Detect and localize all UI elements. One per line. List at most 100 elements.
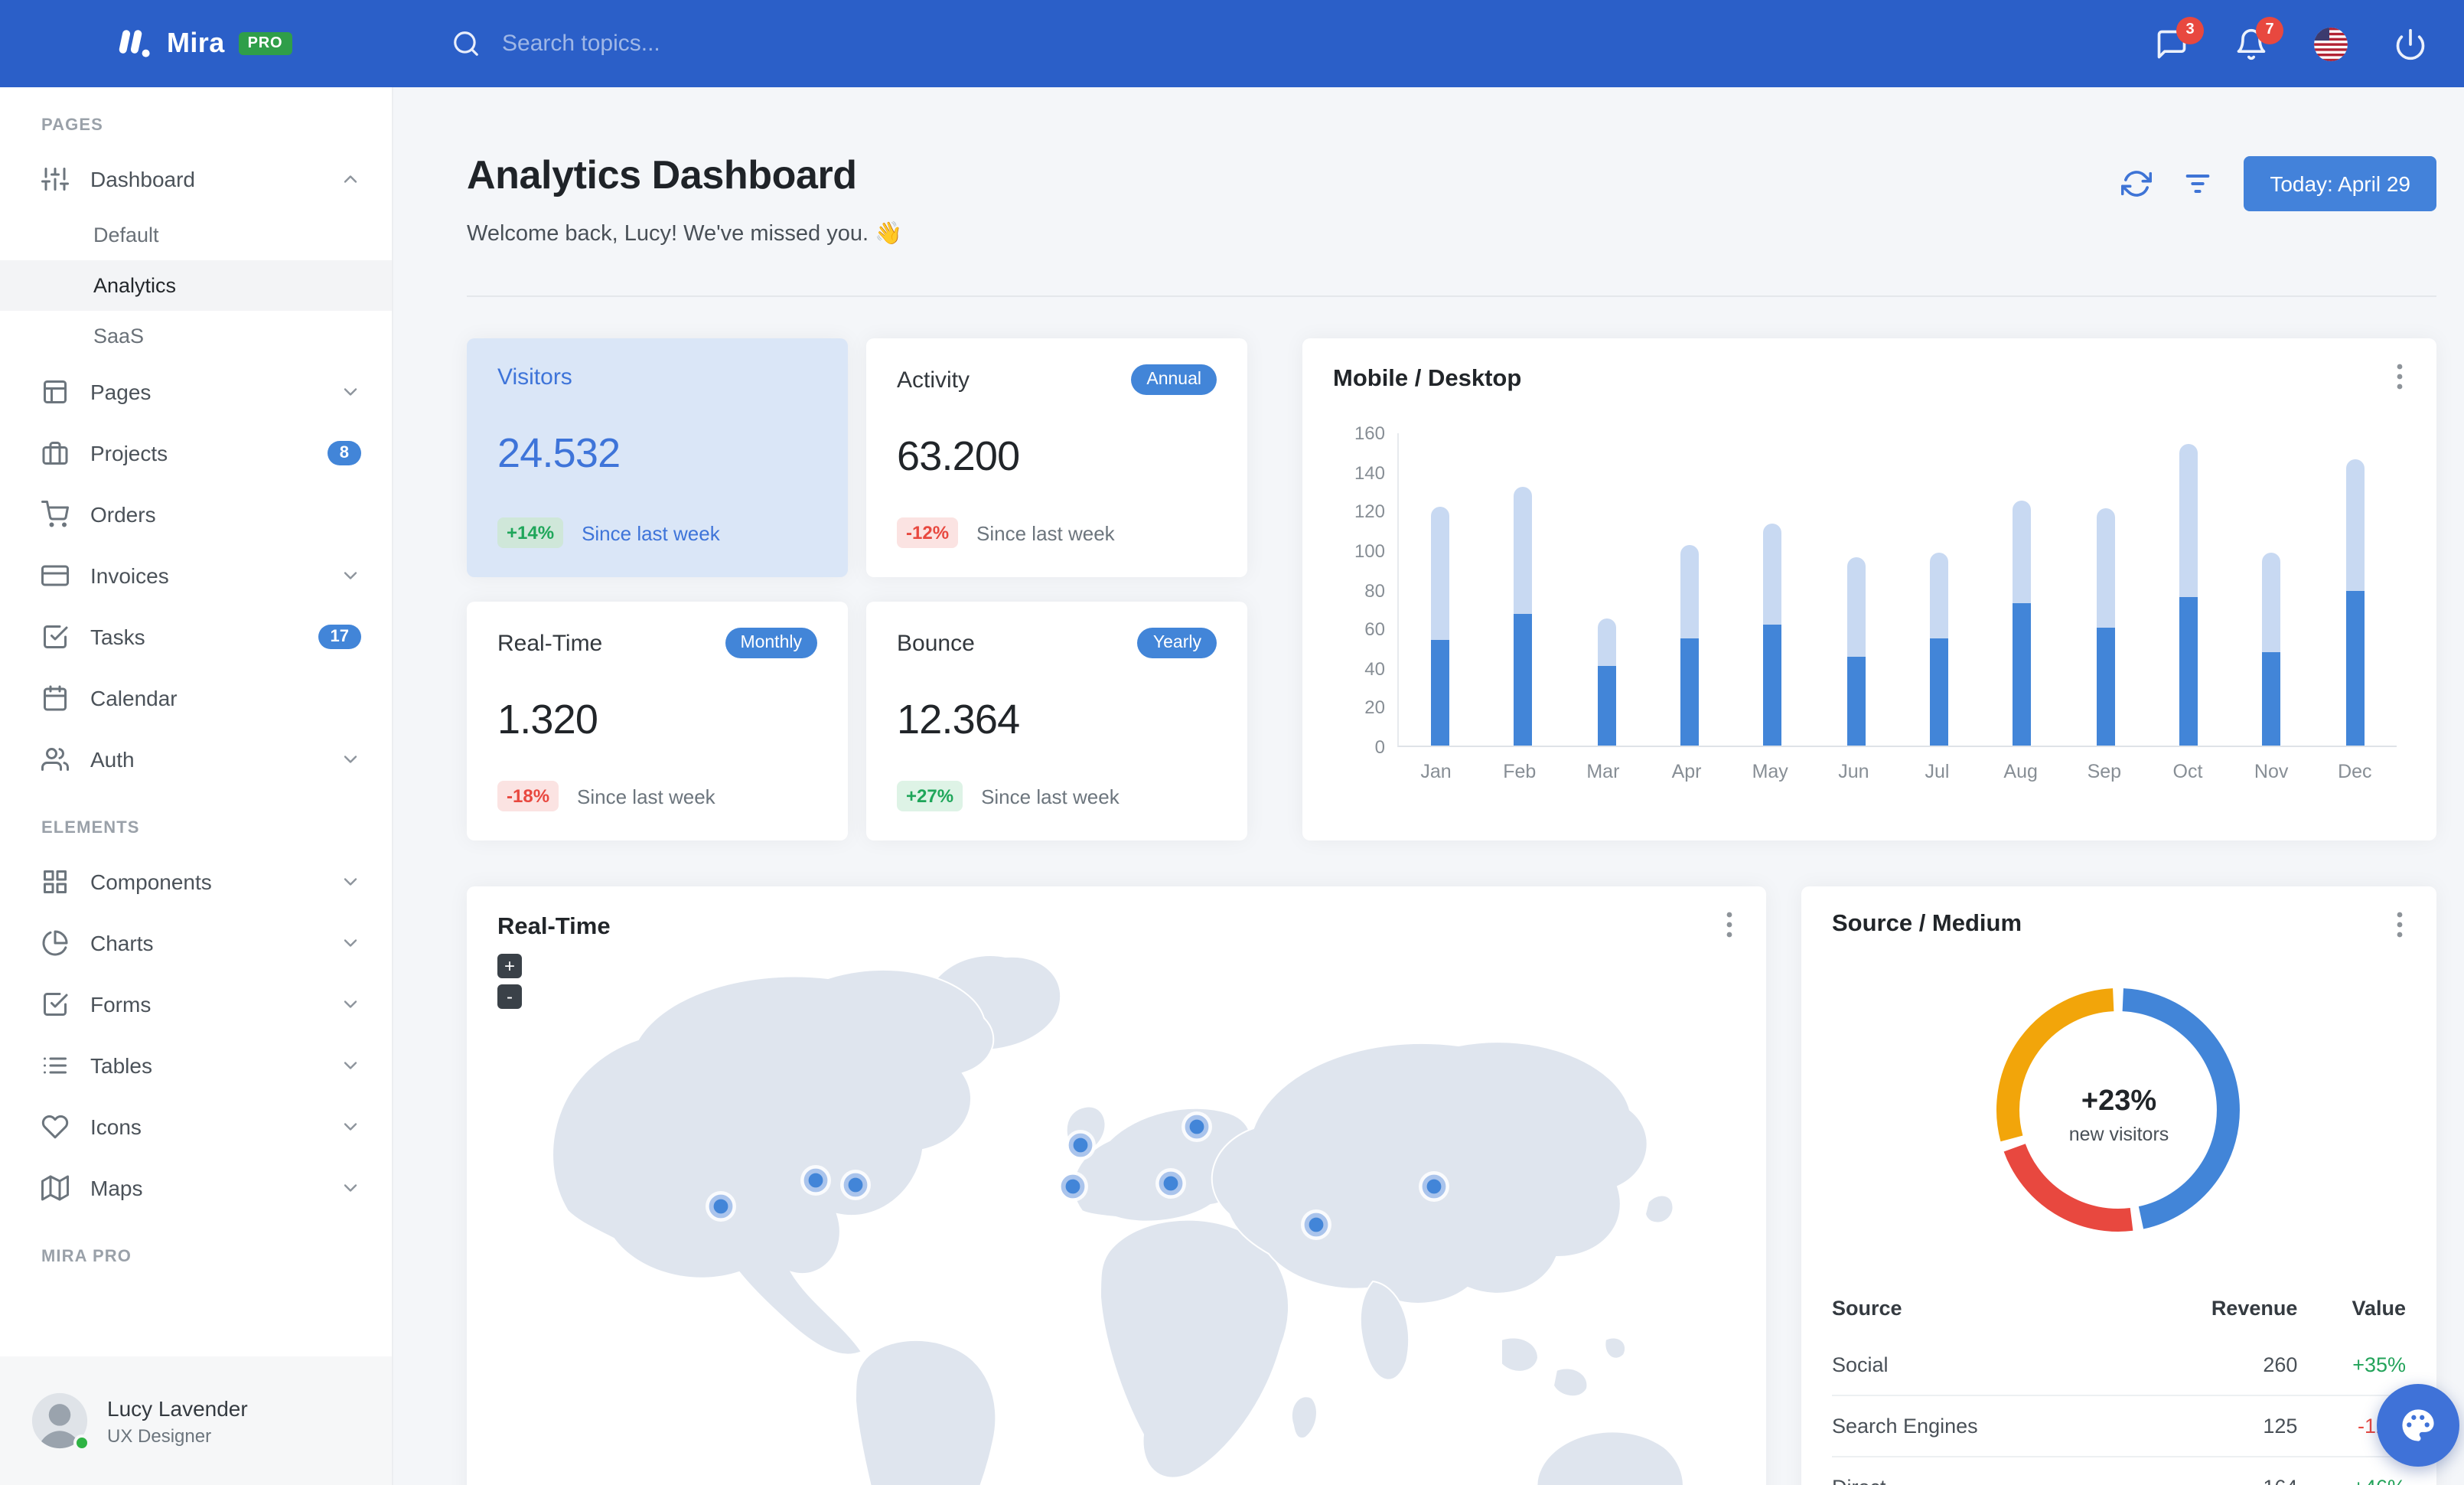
sidebar-item-tables[interactable]: Tables bbox=[0, 1035, 392, 1096]
sidebar-item-pages[interactable]: Pages bbox=[0, 361, 392, 423]
bar-jul bbox=[1898, 433, 1981, 746]
language-flag-button[interactable] bbox=[2314, 27, 2348, 60]
bar-segment-mobile bbox=[1930, 638, 1949, 746]
table-row-search-engines: Search Engines125-12% bbox=[1832, 1395, 2406, 1457]
online-status-dot bbox=[73, 1434, 90, 1451]
stat-title: Real-Time bbox=[497, 630, 603, 656]
map-icon bbox=[41, 1175, 69, 1201]
map-marker[interactable] bbox=[1301, 1209, 1331, 1240]
refresh-icon[interactable] bbox=[2121, 168, 2153, 199]
stat-note: Since last week bbox=[981, 785, 1120, 808]
x-tick-label: Mar bbox=[1586, 761, 1620, 782]
sidebar-item-label: Invoices bbox=[90, 563, 169, 588]
source-medium-card: Source / Medium +23% new visitors Source… bbox=[1801, 886, 2436, 1485]
sidebar-item-label: Tasks bbox=[90, 625, 145, 649]
map-marker[interactable] bbox=[706, 1191, 736, 1222]
source-table-col-revenue: Revenue bbox=[2211, 1297, 2298, 1320]
theme-settings-fab[interactable] bbox=[2377, 1384, 2459, 1467]
sidebar-subitem-analytics[interactable]: Analytics bbox=[0, 260, 392, 311]
messages-button[interactable]: 3 bbox=[2155, 16, 2204, 60]
sidebar-item-forms[interactable]: Forms bbox=[0, 974, 392, 1035]
sidebar-item-auth[interactable]: Auth bbox=[0, 729, 392, 790]
calendar-icon bbox=[44, 685, 67, 711]
map-zoom-in-button[interactable]: + bbox=[497, 954, 522, 978]
stat-card-activity: Activity Annual 63.200 -12% Since last week bbox=[866, 338, 1247, 577]
x-tick-label: Apr bbox=[1671, 761, 1702, 782]
map-marker[interactable] bbox=[1065, 1130, 1096, 1160]
stat-card-real-time: Real-Time Monthly 1.320 -18% Since last week bbox=[467, 602, 848, 840]
sidebar-item-calendar[interactable]: Calendar bbox=[0, 667, 392, 729]
bar-segment-mobile bbox=[1680, 638, 1700, 746]
grid-icon bbox=[44, 870, 67, 893]
sidebar-item-dashboard[interactable]: Dashboard bbox=[0, 148, 392, 210]
stat-period-badge[interactable]: Annual bbox=[1131, 364, 1217, 395]
map-marker[interactable] bbox=[1419, 1171, 1449, 1202]
sidebar-item-orders[interactable]: Orders bbox=[0, 484, 392, 545]
stat-period-badge[interactable]: Yearly bbox=[1137, 628, 1217, 658]
source-table: Source Revenue Value Social 260 +35% Search E… bbox=[1832, 1284, 2406, 1485]
date-button[interactable]: Today: April 29 bbox=[2244, 156, 2436, 211]
logout-button[interactable] bbox=[2394, 27, 2427, 60]
sidebar-subitem-default[interactable]: Default bbox=[0, 210, 392, 260]
bar-oct bbox=[2147, 433, 2231, 746]
map-marker[interactable] bbox=[840, 1170, 871, 1200]
stat-delta: -12% bbox=[897, 517, 959, 548]
filter-icon[interactable] bbox=[2182, 168, 2213, 199]
cell-revenue: 125 bbox=[2124, 1395, 2298, 1457]
sidebar-item-maps[interactable]: Maps bbox=[0, 1157, 392, 1219]
stat-period-badge[interactable]: Monthly bbox=[725, 628, 817, 658]
map-marker[interactable] bbox=[1155, 1168, 1186, 1199]
stacked-bar bbox=[1597, 433, 1616, 746]
search-icon bbox=[454, 31, 478, 56]
bars-plot bbox=[1397, 433, 2397, 747]
sidebar-item-label: Projects bbox=[90, 441, 168, 465]
map-marker[interactable] bbox=[1058, 1171, 1088, 1202]
map-marker[interactable] bbox=[800, 1165, 831, 1196]
map-marker[interactable] bbox=[1181, 1111, 1212, 1142]
bar-jun bbox=[1814, 433, 1898, 746]
chart-title: Mobile / Desktop bbox=[1333, 366, 1522, 392]
users-icon bbox=[41, 748, 69, 771]
bar-segment-mobile bbox=[2345, 590, 2365, 746]
sidebar-item-projects[interactable]: Projects 8 bbox=[0, 423, 392, 484]
sidebar-item-icons[interactable]: Icons bbox=[0, 1096, 392, 1157]
sidebar-item-components[interactable]: Components bbox=[0, 851, 392, 912]
sidebar-item-label: Calendar bbox=[90, 686, 178, 710]
notifications-button[interactable]: 7 bbox=[2234, 16, 2283, 60]
table-row-social: Social 260 +35% bbox=[1832, 1335, 2406, 1395]
sidebar-item-tasks[interactable]: Tasks 17 bbox=[0, 606, 392, 667]
search-input[interactable] bbox=[502, 31, 961, 57]
stat-delta: +14% bbox=[497, 517, 564, 548]
sidebar-subitem-saas[interactable]: SaaS bbox=[0, 311, 392, 361]
y-tick-label: 160 bbox=[1354, 423, 1385, 444]
sidebar-user[interactable]: Lucy Lavender UX Designer bbox=[0, 1356, 392, 1485]
stacked-bar bbox=[2013, 433, 2032, 746]
bar-segment-mobile bbox=[1514, 614, 1533, 746]
more-vertical-icon[interactable] bbox=[2387, 911, 2412, 938]
sidebar-section-label-elements: ELEMENTS bbox=[41, 819, 140, 837]
stat-value: 63.200 bbox=[897, 432, 1020, 478]
notifications-badge: 7 bbox=[2256, 16, 2283, 44]
y-tick-label: 60 bbox=[1364, 618, 1385, 641]
stacked-bar bbox=[2096, 433, 2115, 746]
app-root: Mira PRO 3 7 bbox=[0, 0, 2464, 1485]
stat-delta: -18% bbox=[497, 781, 559, 811]
sidebar-item-charts[interactable]: Charts bbox=[0, 912, 392, 974]
bar-segment-mobile bbox=[1763, 624, 1782, 746]
map-title: Real-Time bbox=[497, 914, 611, 940]
y-tick-label: 20 bbox=[1364, 697, 1385, 719]
donut-center-label: new visitors bbox=[2068, 1123, 2169, 1144]
x-tick-label: Jan bbox=[1420, 761, 1452, 782]
more-vertical-icon[interactable] bbox=[2387, 363, 2412, 390]
sidebar-item-invoices[interactable]: Invoices bbox=[0, 545, 392, 606]
navbar-search bbox=[451, 29, 2155, 58]
source-table-col-source: Source bbox=[1832, 1297, 1902, 1320]
map-zoom-out-button[interactable]: - bbox=[497, 984, 522, 1009]
brand[interactable]: Mira PRO bbox=[0, 24, 393, 64]
bar-jan bbox=[1399, 433, 1482, 746]
sidebar-item-label: Icons bbox=[90, 1115, 142, 1139]
chevron-up-icon bbox=[344, 175, 357, 183]
sidebar-item-label: Components bbox=[90, 870, 212, 894]
x-tick-label: Nov bbox=[2254, 761, 2289, 782]
chevron-down-icon bbox=[344, 1184, 357, 1192]
